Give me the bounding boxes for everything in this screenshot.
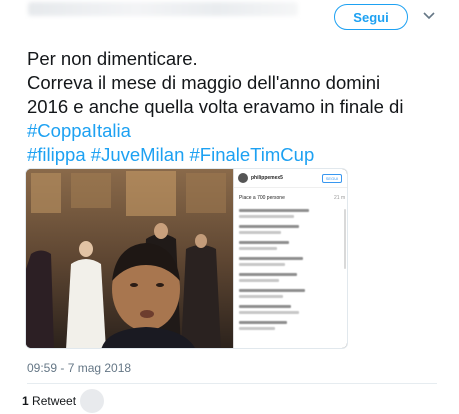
instagram-comment (239, 241, 289, 244)
hashtag-coppaitalia[interactable]: #CoppaItalia (27, 120, 131, 141)
selfie-photo (26, 169, 233, 348)
instagram-scrollbar (344, 209, 346, 269)
hashtag-filippa[interactable]: #filippa (27, 144, 86, 165)
retweet-label: Retweet (32, 394, 77, 408)
tweet-header: Segui (0, 0, 459, 30)
instagram-username: philippemex5 (251, 175, 283, 181)
instagram-comment (239, 225, 299, 228)
instagram-comment (239, 209, 309, 212)
tweet-line: Per non dimenticare. (27, 48, 198, 69)
instagram-comment (239, 295, 283, 298)
instagram-comment (239, 263, 285, 266)
instagram-comment (239, 247, 277, 250)
instagram-comment (239, 215, 294, 218)
instagram-comment (239, 305, 291, 308)
tweet-text: Per non dimenticare. Correva il mese di … (27, 47, 447, 167)
hashtag-juvemilan[interactable]: #JuveMilan (91, 144, 185, 165)
tweet-line: 2016 e anche quella volta eravamo in fin… (27, 96, 404, 117)
blurred-author-name (28, 2, 298, 16)
instagram-time: 21 m (334, 195, 346, 201)
instagram-likes: Piace a 700 persone (239, 195, 285, 201)
retweeter-avatar[interactable] (80, 389, 104, 413)
instagram-follow-button: SEGUI (322, 174, 342, 183)
tweet-timestamp[interactable]: 09:59 - 7 mag 2018 (27, 361, 131, 375)
retweet-count[interactable]: 1 Retweet (22, 394, 76, 408)
chevron-down-icon[interactable] (422, 11, 436, 21)
instagram-comment (239, 279, 279, 282)
instagram-comment (239, 257, 303, 260)
instagram-comment (239, 273, 297, 276)
instagram-post-panel: philippemex5 SEGUI Piace a 700 persone 2… (233, 169, 347, 348)
tweet-line: Correva il mese di maggio dell'anno domi… (27, 72, 381, 93)
divider (27, 383, 437, 384)
instagram-comment (239, 327, 275, 330)
tweet-media[interactable]: philippemex5 SEGUI Piace a 700 persone 2… (25, 168, 348, 349)
instagram-comment (239, 289, 305, 292)
instagram-comment (239, 231, 281, 234)
instagram-comment (239, 321, 287, 324)
instagram-comment (239, 311, 299, 314)
instagram-header: philippemex5 SEGUI (234, 169, 347, 188)
instagram-avatar (238, 173, 248, 183)
hashtag-finaletimcup[interactable]: #FinaleTimCup (190, 144, 315, 165)
retweet-number: 1 (22, 394, 29, 408)
follow-button[interactable]: Segui (334, 4, 408, 30)
